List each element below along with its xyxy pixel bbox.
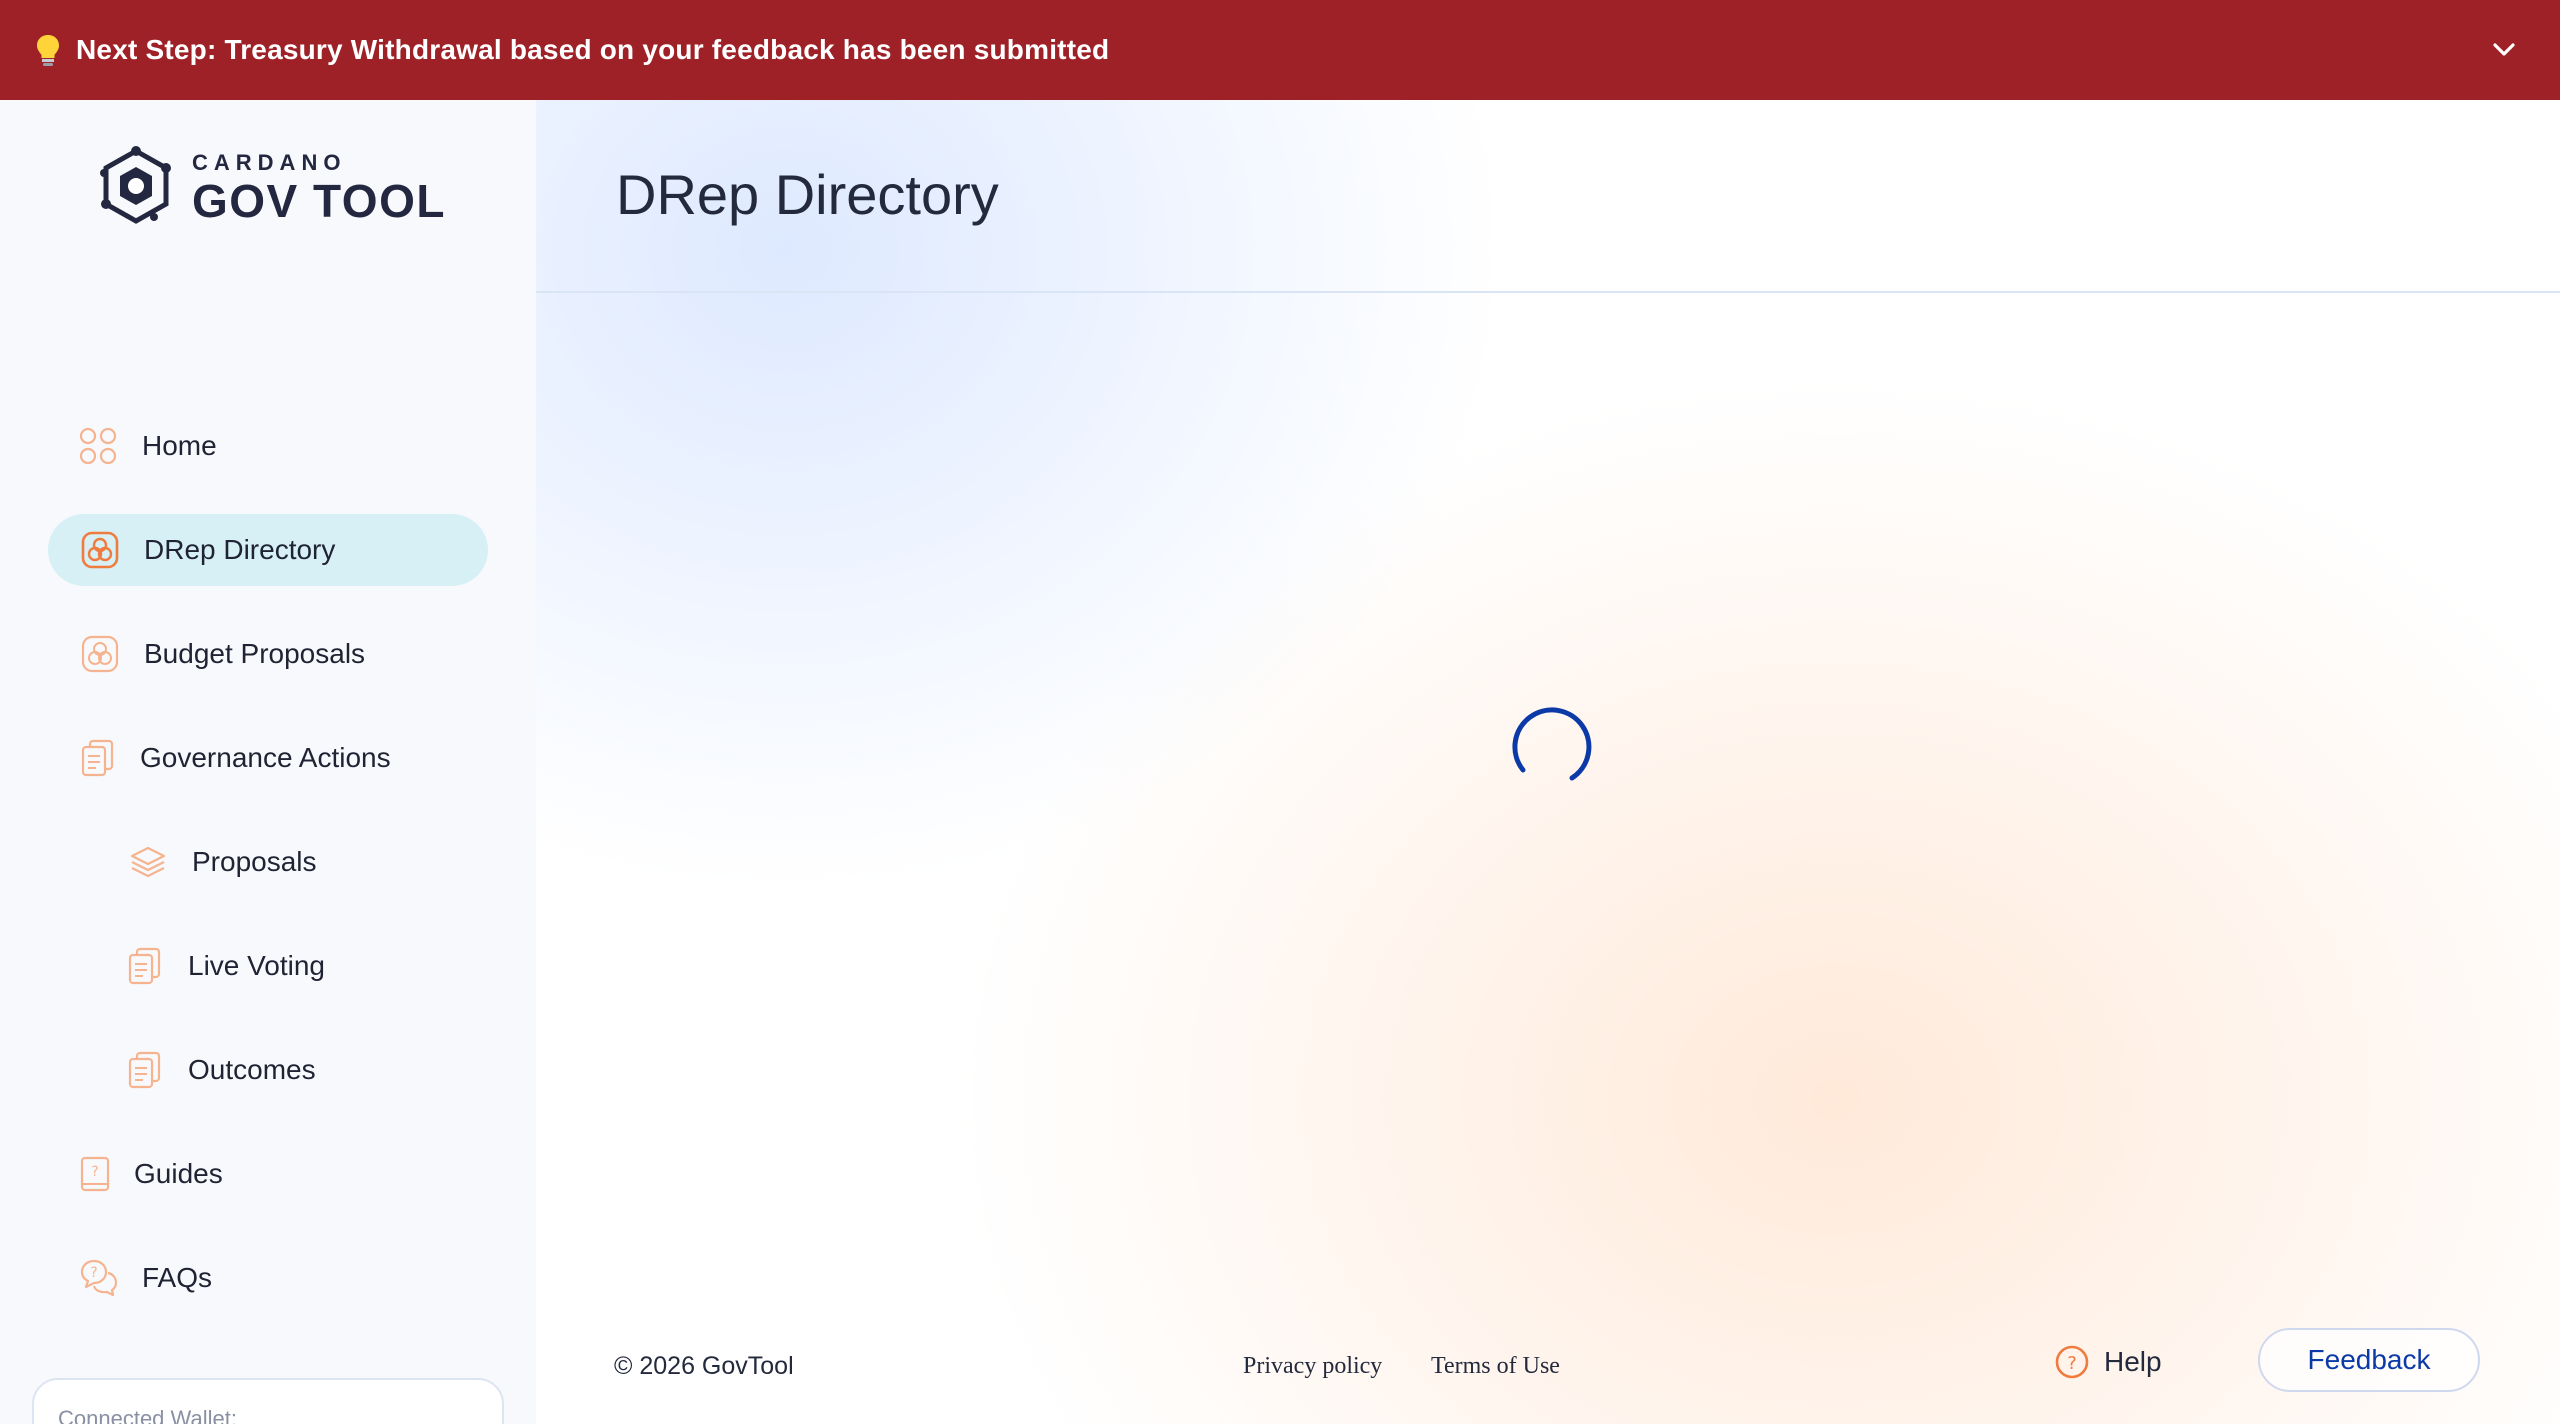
- grid-icon: [78, 426, 118, 466]
- documents-icon: [78, 738, 118, 778]
- sidebar-item-live-voting[interactable]: Live Voting: [125, 930, 325, 1002]
- drep-icon: [80, 530, 120, 570]
- documents-icon: [125, 1050, 165, 1090]
- banner-message: Next Step: Treasury Withdrawal based on …: [76, 34, 1110, 65]
- feedback-label: Feedback: [2307, 1344, 2431, 1375]
- layers-icon: [128, 842, 168, 882]
- sidebar-item-label: Outcomes: [188, 1054, 316, 1085]
- sidebar-item-budget-proposals[interactable]: Budget Proposals: [80, 618, 365, 690]
- terms-of-use-link[interactable]: Terms of Use: [1431, 1353, 1560, 1380]
- main-content: DRep Directory © 2026 GovTool Privacy po…: [536, 100, 2560, 1424]
- sidebar-item-label: Budget Proposals: [144, 638, 366, 669]
- help-label: Help: [2104, 1346, 2162, 1377]
- lightbulb-icon: [34, 32, 62, 68]
- notification-banner: Next Step: Treasury Withdrawal based on …: [0, 0, 2560, 100]
- sidebar-item-proposals[interactable]: Proposals: [128, 826, 317, 898]
- govtool-logo-icon: [100, 146, 171, 224]
- sidebar-item-drep-directory[interactable]: DRep Directory: [48, 514, 488, 586]
- sidebar: CARDANO GOV TOOL Home DRep Directory Bud…: [0, 100, 536, 1424]
- sidebar-item-label: Live Voting: [188, 950, 325, 981]
- loading-spinner-icon: [1512, 707, 1592, 781]
- help-link[interactable]: ? Help: [2054, 1344, 2162, 1380]
- sidebar-item-governance-actions[interactable]: Governance Actions: [78, 722, 391, 794]
- sidebar-item-faqs[interactable]: ? FAQs: [78, 1242, 212, 1314]
- chevron-down-icon[interactable]: [2488, 34, 2520, 66]
- guide-book-icon: ?: [76, 1154, 116, 1194]
- sidebar-item-label: Proposals: [192, 846, 317, 877]
- wallet-label: Connected Wallet:: [58, 1406, 237, 1424]
- footer: © 2026 GovTool Privacy policy Terms of U…: [536, 1326, 2560, 1406]
- sidebar-item-label: FAQs: [142, 1262, 213, 1293]
- sidebar-item-outcomes[interactable]: Outcomes: [125, 1034, 316, 1106]
- page-title: DRep Directory: [616, 163, 999, 226]
- sidebar-item-guides[interactable]: ? Guides: [76, 1138, 223, 1210]
- sidebar-item-home[interactable]: Home: [78, 410, 217, 482]
- page-header: DRep Directory: [536, 100, 2560, 293]
- documents-icon: [125, 946, 165, 986]
- copyright-text: © 2026 GovTool: [614, 1352, 794, 1380]
- faq-bubbles-icon: ?: [78, 1258, 118, 1298]
- sidebar-item-label: DRep Directory: [144, 534, 336, 565]
- govtool-logo[interactable]: CARDANO GOV TOOL: [94, 145, 446, 229]
- feedback-button[interactable]: Feedback: [2258, 1328, 2480, 1392]
- privacy-policy-link[interactable]: Privacy policy: [1243, 1353, 1382, 1380]
- svg-text:?: ?: [91, 1164, 98, 1180]
- help-circle-icon: ?: [2055, 1345, 2089, 1379]
- sidebar-item-label: Guides: [134, 1158, 223, 1189]
- budget-icon: [80, 634, 120, 674]
- sidebar-item-label: Home: [142, 430, 217, 461]
- svg-text:?: ?: [90, 1265, 97, 1281]
- sidebar-item-label: Governance Actions: [140, 742, 391, 773]
- logo-line2: GOV TOOL: [192, 175, 446, 227]
- logo-line1: CARDANO: [192, 150, 347, 175]
- svg-text:?: ?: [2067, 1353, 2077, 1374]
- connected-wallet-card: Connected Wallet:: [32, 1378, 504, 1424]
